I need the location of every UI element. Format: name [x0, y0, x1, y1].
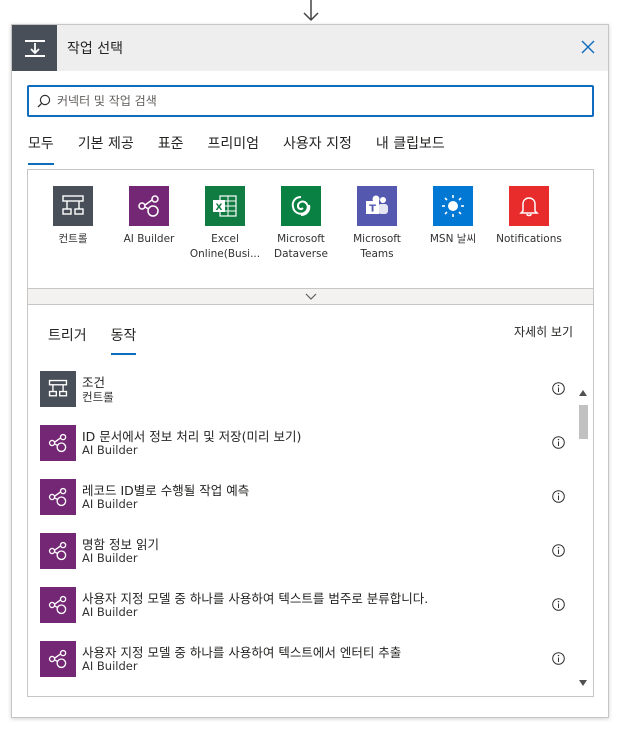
action-connector: AI Builder — [82, 443, 138, 457]
teams-icon: T — [357, 186, 397, 226]
action-item[interactable]: 조건 컨트롤 — [40, 371, 570, 425]
svg-text:X: X — [216, 203, 223, 213]
scroll-down-arrow-icon[interactable] — [579, 679, 587, 687]
card-title: 작업 선택 — [67, 41, 123, 57]
connector-excel[interactable]: X Excel Online(Busi... — [187, 186, 263, 262]
connector-label: Excel Online(Busi... — [189, 233, 261, 260]
flow-arrow-icon — [303, 0, 319, 22]
tab-standard[interactable]: 표준 — [158, 133, 184, 165]
action-connector: AI Builder — [82, 659, 138, 673]
tab-my-clipboard[interactable]: 내 클립보드 — [376, 133, 445, 165]
tab-actions[interactable]: 동작 — [110, 325, 136, 355]
bell-icon — [509, 186, 549, 226]
see-more-link[interactable]: 자세히 보기 — [514, 323, 573, 340]
card-header: 작업 선택 — [12, 25, 608, 71]
category-tabs: 모두 기본 제공 표준 프리미엄 사용자 지정 내 클립보드 — [28, 133, 469, 165]
connector-label: 컨트롤 — [58, 233, 88, 245]
action-item[interactable]: 레코드 ID별로 수행될 작업 예측 AI Builder — [40, 479, 570, 533]
info-icon[interactable] — [552, 598, 565, 611]
connector-label: Microsoft Dataverse — [274, 233, 328, 260]
info-icon[interactable] — [552, 652, 565, 665]
close-icon — [581, 40, 595, 54]
ai-builder-icon — [40, 641, 76, 677]
action-list: 조건 컨트롤 ID 문서에서 정보 처리 및 저장(미리 보기) AI Buil… — [40, 371, 570, 695]
connector-label: Microsoft Teams — [353, 233, 401, 260]
expand-connectors-button[interactable] — [27, 288, 594, 305]
tab-premium[interactable]: 프리미엄 — [208, 133, 260, 165]
info-icon[interactable] — [552, 544, 565, 557]
ai-builder-icon — [40, 587, 76, 623]
excel-icon: X — [205, 186, 245, 226]
action-list-scrollbar[interactable] — [576, 385, 590, 691]
connector-dataverse[interactable]: Microsoft Dataverse — [263, 186, 339, 262]
info-icon[interactable] — [552, 382, 565, 395]
weather-icon — [433, 186, 473, 226]
connector-ai-builder[interactable]: AI Builder — [111, 186, 187, 247]
tab-all[interactable]: 모두 — [28, 133, 54, 165]
tab-triggers[interactable]: 트리거 — [48, 325, 87, 355]
trigger-action-tabs: 트리거 동작 — [48, 325, 160, 355]
connector-label: Notifications — [496, 233, 562, 245]
scrollbar-thumb[interactable] — [579, 405, 588, 439]
operation-icon — [12, 25, 57, 71]
action-connector: AI Builder — [82, 551, 138, 565]
connector-notifications[interactable]: Notifications — [491, 186, 567, 247]
tab-built-in[interactable]: 기본 제공 — [78, 133, 134, 165]
ai-builder-icon — [40, 533, 76, 569]
control-icon — [40, 371, 76, 407]
connector-control[interactable]: 컨트롤 — [35, 186, 111, 247]
chevron-down-icon — [305, 293, 316, 300]
connector-label: AI Builder — [123, 233, 175, 245]
scroll-up-arrow-icon[interactable] — [579, 389, 587, 397]
connector-msn-weather[interactable]: MSN 날씨 — [415, 186, 491, 247]
action-item[interactable]: 명함 정보 읽기 AI Builder — [40, 533, 570, 587]
action-item[interactable]: 사용자 지정 모델 중 하나를 사용하여 텍스트에서 엔터티 추출 AI Bui… — [40, 641, 570, 695]
choose-operation-card: 작업 선택 모두 기본 제공 표준 프리미엄 사용자 지정 내 클립보드 — [11, 24, 609, 718]
info-icon[interactable] — [552, 436, 565, 449]
svg-text:T: T — [369, 204, 376, 215]
close-button[interactable] — [578, 37, 598, 57]
action-item[interactable]: ID 문서에서 정보 처리 및 저장(미리 보기) AI Builder — [40, 425, 570, 479]
connector-label: MSN 날씨 — [429, 233, 477, 245]
control-icon — [53, 186, 93, 226]
search-input[interactable] — [57, 90, 577, 112]
connector-grid: 컨트롤 AI Builder X Excel Online(Busi... Mi… — [27, 169, 594, 304]
ai-builder-icon — [129, 186, 169, 226]
action-connector: AI Builder — [82, 605, 138, 619]
ai-builder-icon — [40, 425, 76, 461]
action-item[interactable]: 사용자 지정 모델 중 하나를 사용하여 텍스트를 범주로 분류합니다. AI … — [40, 587, 570, 641]
actions-panel: 트리거 동작 자세히 보기 조건 컨트롤 ID 문서에서 정보 처리 및 저장(… — [27, 305, 594, 697]
action-connector: AI Builder — [82, 497, 138, 511]
search-icon — [37, 94, 51, 108]
info-icon[interactable] — [552, 490, 565, 503]
tab-custom[interactable]: 사용자 지정 — [283, 133, 352, 165]
action-connector: 컨트롤 — [82, 390, 114, 404]
connector-teams[interactable]: T Microsoft Teams — [339, 186, 415, 262]
dataverse-icon — [281, 186, 321, 226]
search-box — [27, 85, 594, 117]
ai-builder-icon — [40, 479, 76, 515]
